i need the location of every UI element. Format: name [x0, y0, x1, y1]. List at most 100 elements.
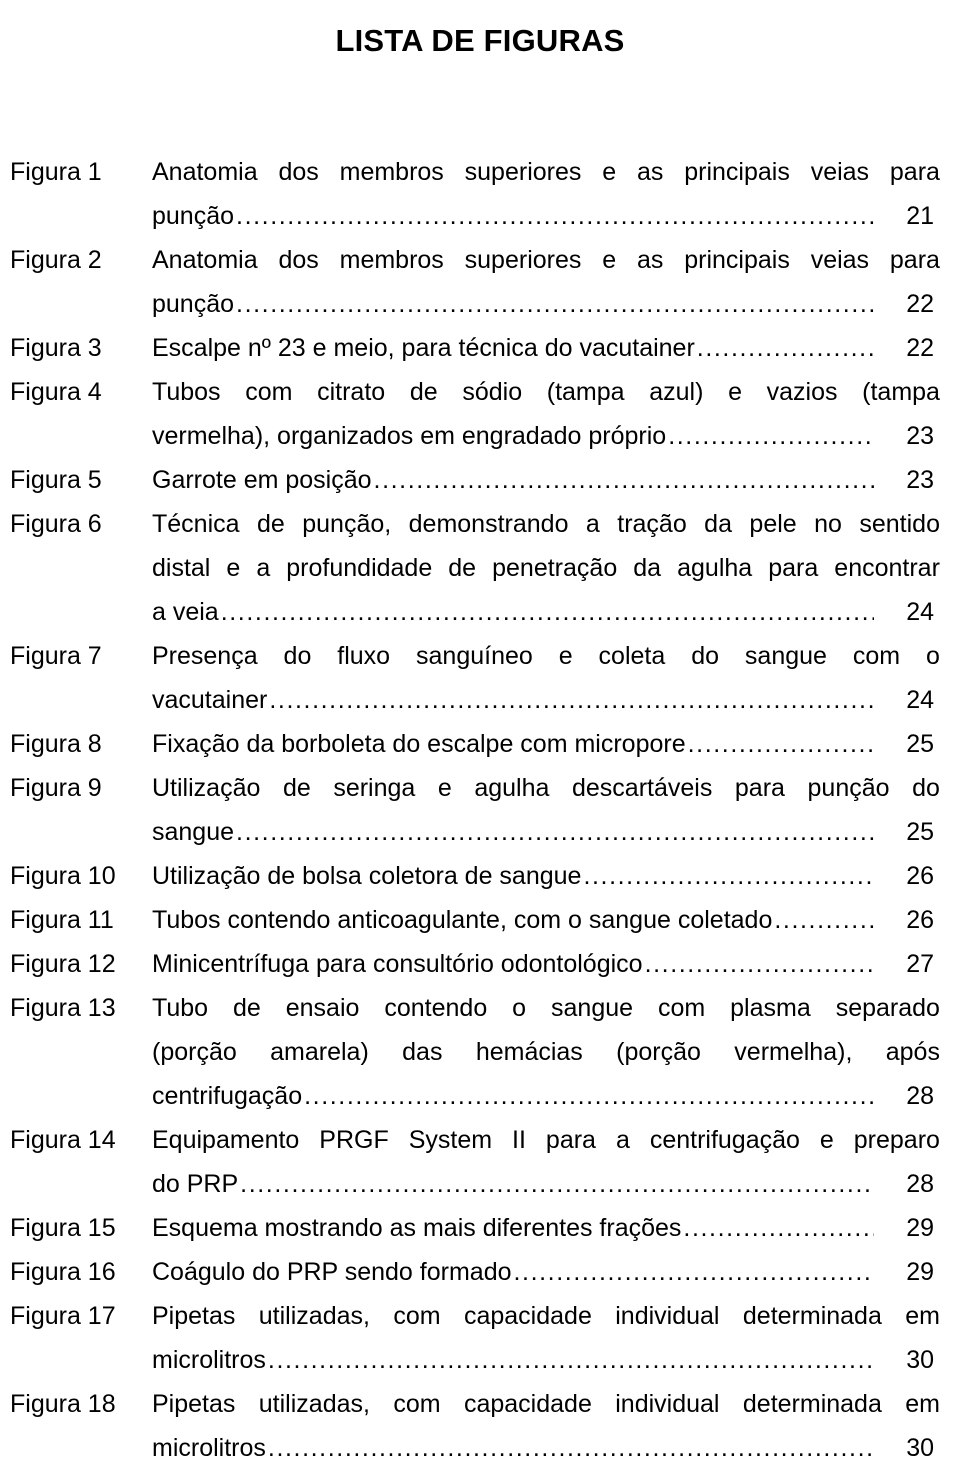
figure-label: Figura 11	[10, 906, 114, 934]
word: a	[585, 510, 600, 538]
word: determinada	[742, 1390, 882, 1418]
word: citrato	[317, 378, 386, 406]
dot-leader	[514, 1250, 875, 1294]
figure-entry[interactable]: Figura 12 Minicentrífuga para consultório…	[0, 942, 960, 986]
word: da	[704, 510, 732, 538]
word: membros	[339, 246, 444, 274]
dot-leader	[268, 1426, 874, 1470]
word: vermelha),	[734, 1038, 853, 1066]
figure-caption-text: vermelha), organizados em engradado próp…	[152, 422, 667, 450]
figure-entry[interactable]: Figura 5 Garrote em posição 23	[0, 458, 960, 502]
word: agulha	[474, 774, 550, 802]
page-number: 29	[906, 1214, 934, 1242]
figure-entry[interactable]: Figura 3 Escalpe nº 23 e meio, para técni…	[0, 326, 960, 370]
figure-label: Figura 12	[10, 950, 116, 978]
figure-caption-text: a veia	[152, 598, 219, 626]
word: profundidade	[286, 554, 433, 582]
figure-caption: Equipamento PRGF System II para a centrifugaçã…	[152, 1118, 940, 1206]
word: em	[905, 1302, 940, 1330]
figure-caption: Tubo de ensaio contendo o sangue com plasma sepa…	[152, 986, 940, 1118]
figure-label: Figura 1	[10, 158, 102, 186]
figure-caption-text: Técnica de punção, demonstrando a tração da pel…	[152, 502, 940, 546]
word: para	[545, 1126, 596, 1154]
word: a	[615, 1126, 630, 1154]
word: Tubo	[152, 994, 209, 1022]
figure-label: Figura 14	[10, 1126, 116, 1154]
page-number: 28	[906, 1082, 934, 1110]
word: de	[233, 994, 261, 1022]
word: Presença	[152, 642, 258, 670]
word: demonstrando	[408, 510, 569, 538]
page-number: 26	[906, 862, 934, 890]
dot-leader	[688, 722, 874, 766]
figure-entry[interactable]: Figura 9 Utilização de seringa e agulha descar…	[0, 766, 960, 854]
figure-caption-line: Anatomia dos membros superiores e as principai…	[152, 150, 940, 194]
word: contendo	[384, 994, 488, 1022]
word: sódio	[462, 378, 523, 406]
figure-caption-text: Presença do fluxo sanguíneo e coleta do sangue c…	[152, 634, 940, 678]
figure-caption: Presença do fluxo sanguíneo e coleta do sangue c…	[152, 634, 940, 722]
dot-leader	[221, 590, 874, 634]
word: individual	[615, 1390, 720, 1418]
page-number: 23	[906, 422, 934, 450]
figure-entry[interactable]: Figura 1 Anatomia dos membros superiores e as p…	[0, 150, 960, 238]
figure-caption-last-line: vacutainer 24	[152, 678, 940, 722]
page-number: 21	[906, 202, 934, 230]
word: PRGF	[319, 1126, 389, 1154]
figure-caption-text: Pipetas utilizadas, com capacidade individua…	[152, 1294, 940, 1338]
figure-caption-text: Tubos contendo anticoagulante, com o san…	[152, 906, 773, 934]
figure-entry[interactable]: Figura 11 Tubos contendo anticoagulante, …	[0, 898, 960, 942]
word: encontrar	[834, 554, 940, 582]
word: com	[393, 1390, 441, 1418]
figure-caption-text: Anatomia dos membros superiores e as principai…	[152, 238, 940, 282]
figure-label: Figura 18	[10, 1390, 116, 1418]
word: membros	[339, 158, 444, 186]
figure-entry[interactable]: Figura 15 Esquema mostrando as mais difer…	[0, 1206, 960, 1250]
word: ensaio	[285, 994, 360, 1022]
figure-label: Figura 16	[10, 1258, 116, 1286]
figure-caption: Garrote em posição 23	[152, 458, 940, 502]
word: descartáveis	[571, 774, 713, 802]
figure-caption-text: Fixação da borboleta do escalpe com micr…	[152, 730, 686, 758]
dot-leader	[268, 1338, 874, 1382]
figure-entry[interactable]: Figura 14 Equipamento PRGF System II para a cen…	[0, 1118, 960, 1206]
word: e	[437, 774, 452, 802]
page-number: 22	[906, 334, 934, 362]
page-number: 26	[906, 906, 934, 934]
word: com	[245, 378, 293, 406]
figure-entry[interactable]: Figura 10 Utilização de bolsa coletora de…	[0, 854, 960, 898]
word: tração	[617, 510, 687, 538]
figure-entry[interactable]: Figura 17 Pipetas utilizadas, com capacidade…	[0, 1294, 960, 1382]
word: em	[905, 1390, 940, 1418]
figure-caption-line: Equipamento PRGF System II para a centrifugaçã…	[152, 1118, 940, 1162]
word: (tampa	[546, 378, 625, 406]
figure-caption-text: do PRP	[152, 1170, 239, 1198]
figure-entry[interactable]: Figura 7 Presença do fluxo sanguíneo e coleta d…	[0, 634, 960, 722]
dot-leader	[683, 1206, 874, 1250]
word: seringa	[333, 774, 416, 802]
word: e	[602, 158, 617, 186]
figure-entry[interactable]: Figura 8 Fixação da borboleta do escalpe …	[0, 722, 960, 766]
figure-entry[interactable]: Figura 6 Técnica de punção, demonstrando a tra…	[0, 502, 960, 634]
word: Pipetas	[152, 1302, 236, 1330]
figure-entry[interactable]: Figura 4 Tubos com citrato de sódio (tampa azul…	[0, 370, 960, 458]
word: as	[636, 246, 664, 274]
figure-caption: Minicentrífuga para consultório odontoló…	[152, 942, 940, 986]
word: de	[282, 774, 311, 802]
figure-entry[interactable]: Figura 2 Anatomia dos membros superiores e as p…	[0, 238, 960, 326]
figure-caption-last-line: sangue 25	[152, 810, 940, 854]
figure-label: Figura 10	[10, 862, 116, 890]
word: Anatomia	[152, 158, 258, 186]
word: (porção	[616, 1038, 701, 1066]
figure-entry[interactable]: Figura 16 Coágulo do PRP sendo formado 29	[0, 1250, 960, 1294]
word: e	[819, 1126, 834, 1154]
dot-leader	[236, 194, 874, 238]
word: plasma	[730, 994, 811, 1022]
figure-caption-text: microlitros	[152, 1346, 266, 1374]
word: dos	[278, 246, 319, 274]
figure-caption: Anatomia dos membros superiores e as principai…	[152, 150, 940, 238]
figure-caption-line: Pipetas utilizadas, com capacidade individua…	[152, 1382, 940, 1426]
figure-entry[interactable]: Figura 18 Pipetas utilizadas, com capacidade…	[0, 1382, 960, 1470]
figure-entry[interactable]: Figura 13 Tubo de ensaio contendo o sangue com p…	[0, 986, 960, 1118]
word: de	[409, 378, 438, 406]
